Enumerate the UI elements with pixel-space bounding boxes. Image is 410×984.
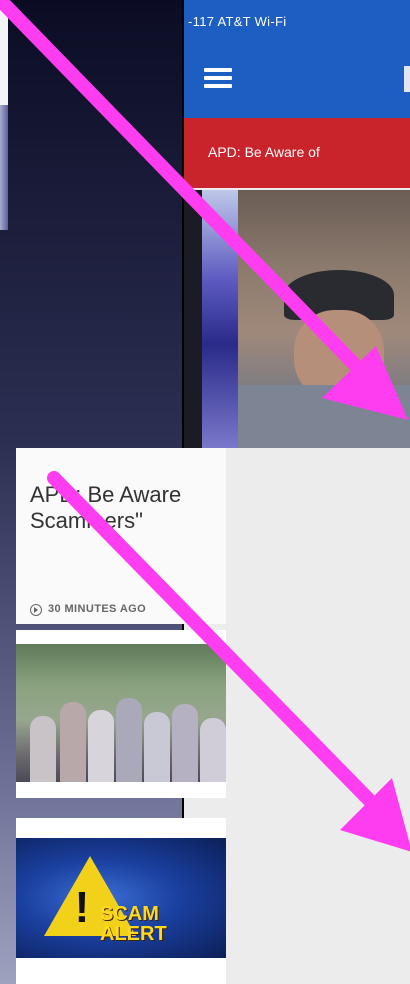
breaking-news-banner[interactable]: APD: Be Aware of xyxy=(184,118,410,188)
hero-side-graphic xyxy=(202,190,238,448)
scam-alert-text: SCAM ALERT xyxy=(100,904,167,944)
app-nav-bar xyxy=(184,38,410,118)
left-card-edge xyxy=(0,0,8,106)
article-hero-image[interactable] xyxy=(184,190,410,448)
family-photo-people xyxy=(16,690,226,782)
article-timestamp: 30 MINUTES AGO xyxy=(16,590,226,630)
hero-subject-shirt xyxy=(238,385,410,448)
station-logo[interactable] xyxy=(404,66,410,92)
status-bar: -117 AT&T Wi-Fi xyxy=(184,0,410,38)
headline-line-1: APD: Be Aware xyxy=(30,482,182,507)
left-card-image-edge xyxy=(0,105,8,230)
scam-line-1: SCAM xyxy=(100,903,159,925)
breaking-news-text: APD: Be Aware of xyxy=(208,144,320,160)
warning-exclamation-icon: ! xyxy=(74,883,90,932)
play-clock-icon xyxy=(30,604,42,616)
headline-line-2: Scammers" xyxy=(30,508,143,533)
scam-alert-image[interactable]: ! SCAM ALERT xyxy=(16,838,226,958)
status-text: -117 AT&T Wi-Fi xyxy=(188,14,287,29)
article-headline[interactable]: APD: Be Aware Scammers" xyxy=(30,482,226,534)
scam-line-2: ALERT xyxy=(100,923,167,945)
hamburger-menu-icon[interactable] xyxy=(204,68,232,88)
timestamp-text: 30 MINUTES AGO xyxy=(48,603,147,615)
